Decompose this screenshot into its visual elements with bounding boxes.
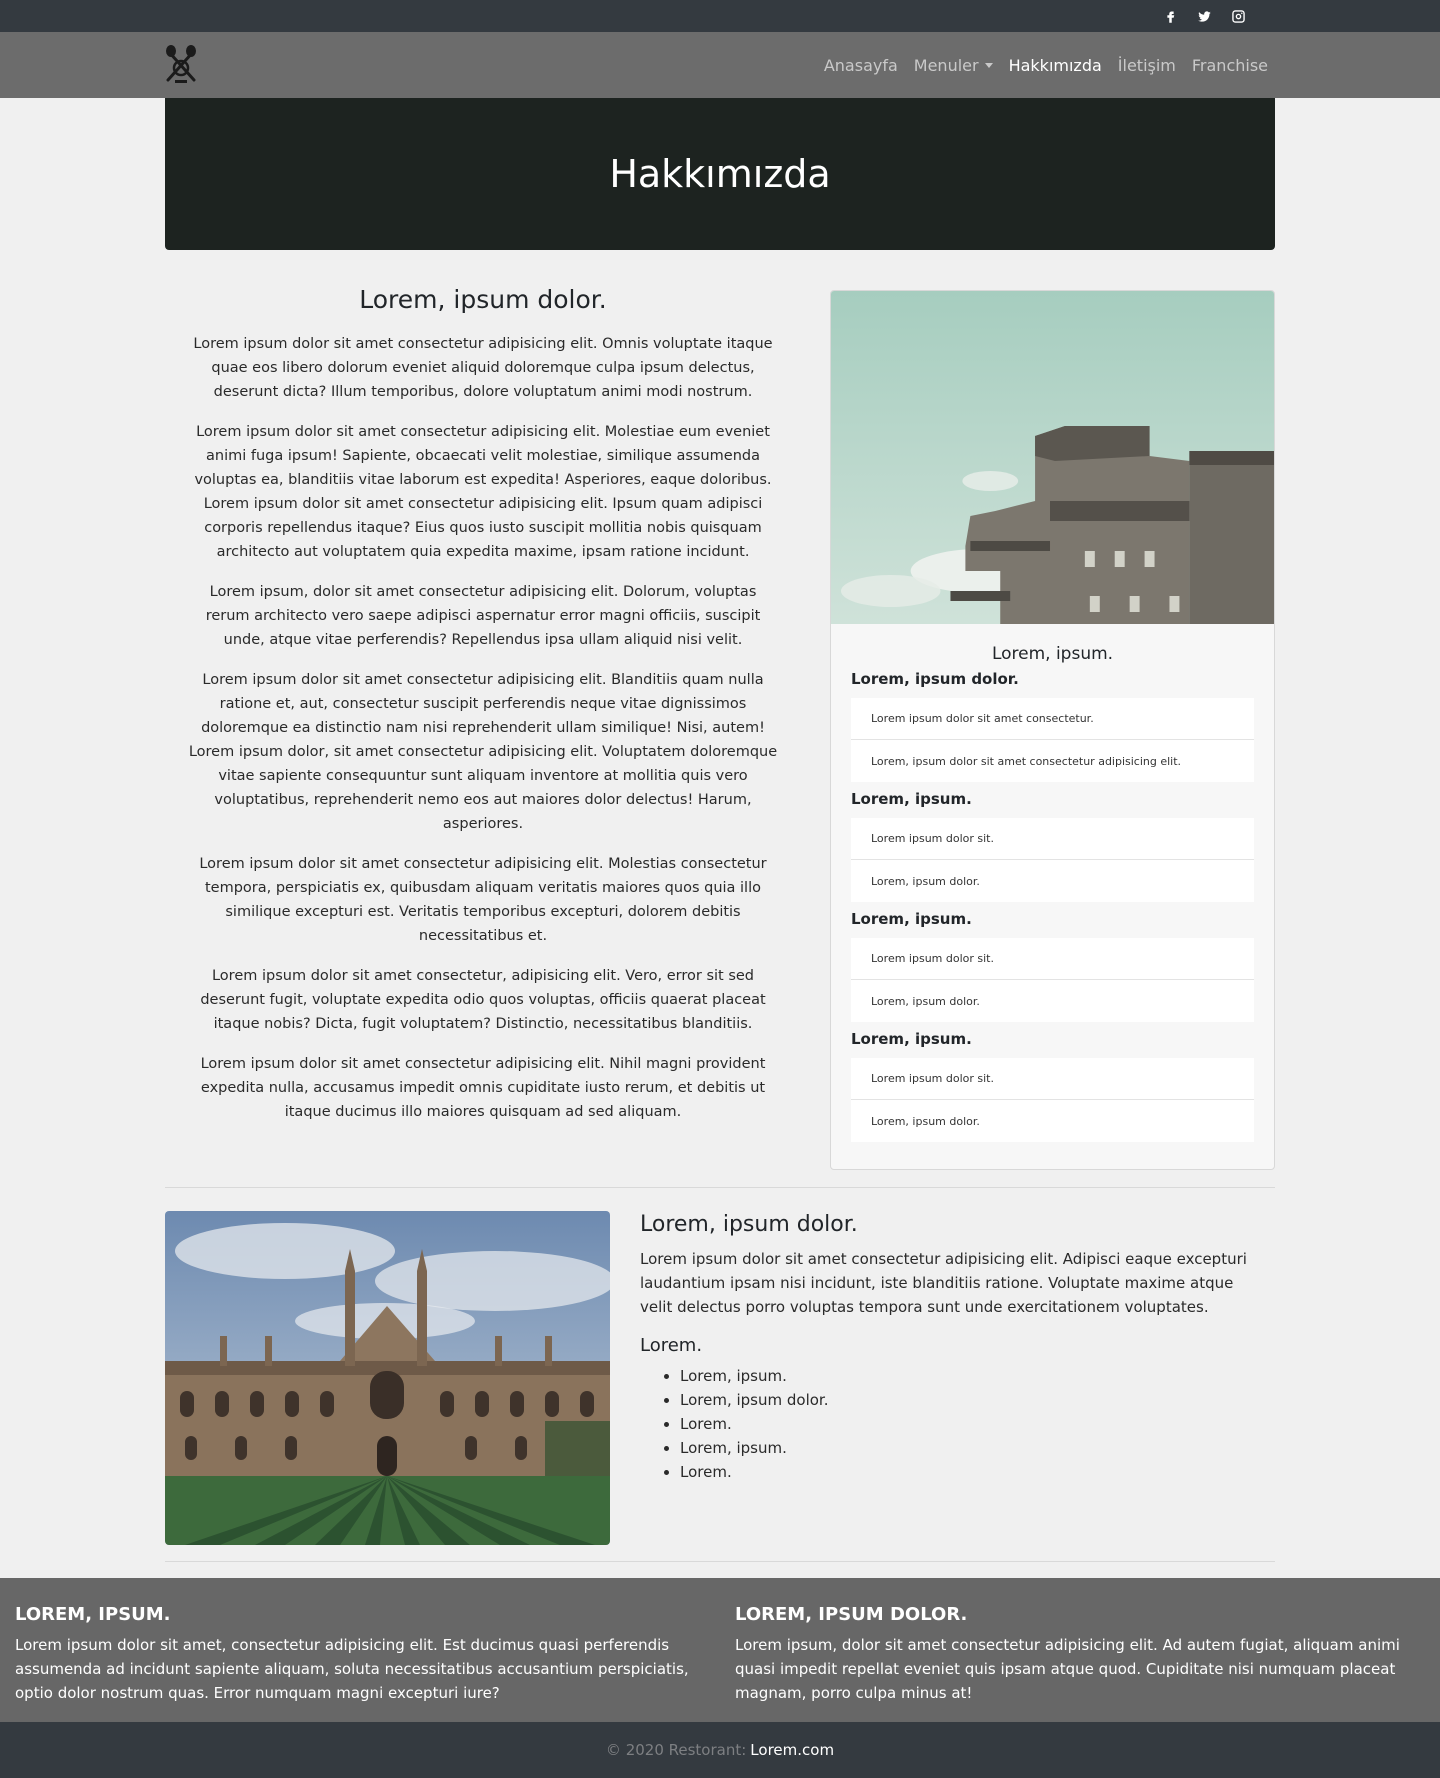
list-group-title: Lorem, ipsum. <box>851 910 972 928</box>
list-item: Lorem, ipsum dolor. <box>871 1114 980 1128</box>
list-group-title: Lorem, ipsum. <box>851 1030 972 1048</box>
list-item: Lorem, ipsum dolor. <box>871 994 980 1008</box>
intro-paragraph: Lorem ipsum dolor sit amet consectetur a… <box>193 336 773 400</box>
nav-item-anasayfa[interactable]: Anasayfa <box>824 56 898 75</box>
divider <box>165 1187 1275 1188</box>
intro-heading: Lorem, ipsum dolor. <box>359 285 607 314</box>
nav-item-franchise[interactable]: Franchise <box>1192 56 1268 75</box>
list-item: Lorem, ipsum. <box>680 1436 1260 1460</box>
nav-item-menuler[interactable]: Menuler <box>914 56 993 75</box>
list-item: Lorem, ipsum dolor. <box>871 874 980 888</box>
list-item: Lorem, ipsum dolor. <box>680 1388 1260 1412</box>
crossed-utensils-logo[interactable] <box>162 44 200 86</box>
footer-heading: LOREM, IPSUM DOLOR. <box>735 1604 968 1625</box>
page: Anasayfa Menuler Hakkımızda İletişim Fra… <box>0 0 1440 1778</box>
footer-heading: LOREM, IPSUM. <box>15 1604 171 1625</box>
feature-heading: Lorem, ipsum dolor. <box>640 1212 858 1237</box>
intro-paragraph: Lorem ipsum dolor sit amet consectetur, … <box>200 968 766 1032</box>
top-bar <box>0 0 1440 32</box>
intro-paragraph: Lorem ipsum, dolor sit amet consectetur … <box>205 584 761 648</box>
list-group: Lorem ipsum dolor sit. Lorem, ipsum dolo… <box>851 938 1254 1022</box>
list-item: Lorem, ipsum. <box>680 1364 1260 1388</box>
footer-text: Lorem ipsum, dolor sit amet consectetur … <box>735 1636 1400 1702</box>
footer-column: LOREM, IPSUM. Lorem ipsum dolor sit amet… <box>15 1604 695 1705</box>
hero-banner: Hakkımızda <box>165 98 1275 250</box>
intro-paragraph: Lorem ipsum dolor sit amet consectetur a… <box>199 856 767 944</box>
nav-item-label: Menuler <box>913 55 979 75</box>
intro-paragraph: Lorem ipsum dolor sit amet consectetur a… <box>200 1056 766 1120</box>
bunker-building-image <box>831 291 1274 624</box>
list-item: Lorem ipsum dolor sit amet consectetur. <box>851 698 1254 740</box>
feature-section: Lorem, ipsum dolor. Lorem ipsum dolor si… <box>640 1212 1260 1484</box>
navbar: Anasayfa Menuler Hakkımızda İletişim Fra… <box>0 32 1440 98</box>
list-item: Lorem ipsum dolor sit. <box>851 1058 1254 1100</box>
nav-item-iletisim[interactable]: İletişim <box>1118 56 1176 75</box>
feature-paragraph: Lorem ipsum dolor sit amet consectetur a… <box>640 1250 1247 1316</box>
footer-column: LOREM, IPSUM DOLOR. Lorem ipsum, dolor s… <box>735 1604 1415 1705</box>
list-group: Lorem ipsum dolor sit. Lorem, ipsum dolo… <box>851 1058 1254 1142</box>
main-nav: Anasayfa Menuler Hakkımızda İletişim Fra… <box>824 32 1268 98</box>
card-body: Lorem, ipsum. Lorem, ipsum dolor. Lorem … <box>831 624 1274 1142</box>
intro-section: Lorem, ipsum dolor. Lorem ipsum dolor si… <box>188 282 778 1140</box>
nav-item-hakkimizda[interactable]: Hakkımızda <box>1009 56 1102 75</box>
list-group: Lorem ipsum dolor sit amet consectetur. … <box>851 698 1254 782</box>
card-title: Lorem, ipsum. <box>991 644 1114 664</box>
intro-paragraph: Lorem ipsum dolor sit amet consectetur a… <box>194 424 772 560</box>
intro-paragraph: Lorem ipsum dolor sit amet consectetur a… <box>188 672 778 832</box>
list-item: Lorem ipsum dolor sit. <box>851 938 1254 980</box>
social-links <box>1160 6 1248 26</box>
feature-list: Lorem, ipsum. Lorem, ipsum dolor. Lorem.… <box>640 1364 1260 1484</box>
info-card: Lorem, ipsum. Lorem, ipsum dolor. Lorem … <box>830 290 1275 1170</box>
list-group-title: Lorem, ipsum. <box>851 790 972 808</box>
footer-text: Lorem ipsum dolor sit amet, consectetur … <box>15 1636 689 1702</box>
facebook-icon[interactable] <box>1160 6 1180 26</box>
copyright-text: © 2020 Restorant: <box>605 1741 747 1759</box>
divider <box>165 1561 1275 1562</box>
list-item: Lorem. <box>680 1460 1260 1484</box>
list-group: Lorem ipsum dolor sit. Lorem, ipsum dolo… <box>851 818 1254 902</box>
footer-info: LOREM, IPSUM. Lorem ipsum dolor sit amet… <box>0 1578 1440 1722</box>
list-item: Lorem, ipsum dolor sit amet consectetur … <box>871 754 1182 768</box>
page-title: Hakkımızda <box>609 152 831 196</box>
college-building-image <box>165 1211 610 1545</box>
list-item: Lorem. <box>680 1412 1260 1436</box>
instagram-icon[interactable] <box>1228 6 1248 26</box>
list-group-title: Lorem, ipsum dolor. <box>851 670 1019 688</box>
twitter-icon[interactable] <box>1194 6 1214 26</box>
chevron-down-icon <box>984 62 993 68</box>
list-item: Lorem ipsum dolor sit. <box>851 818 1254 860</box>
footer-copyright: © 2020 Restorant: Lorem.com <box>0 1722 1440 1778</box>
feature-subheading: Lorem. <box>640 1335 703 1356</box>
footer-link[interactable]: Lorem.com <box>750 1741 834 1759</box>
